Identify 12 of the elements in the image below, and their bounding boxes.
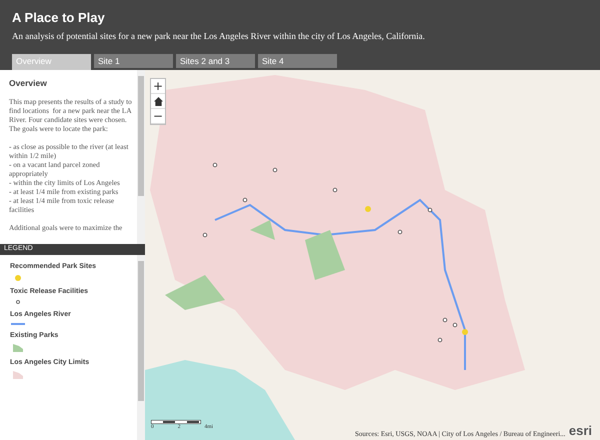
map-title: A Place to Play [12, 10, 106, 25]
home-icon [154, 96, 162, 106]
panel-heading: Overview [9, 78, 48, 88]
tab[interactable]: Sites 2 and 3 [176, 54, 255, 68]
logo: esri [568, 423, 592, 438]
map-subtitle: An analysis of potential sites for a new park near the Los Angeles River within the city of Los Angeles, California. [12, 31, 426, 41]
tab[interactable]: Site 1 [94, 54, 173, 68]
scrollbar[interactable] [137, 70, 145, 244]
scrollbar[interactable] [137, 255, 145, 440]
home-button[interactable] [151, 94, 165, 109]
scale-bar-icon [151, 420, 201, 424]
tab[interactable]: Site 4 [258, 54, 337, 68]
